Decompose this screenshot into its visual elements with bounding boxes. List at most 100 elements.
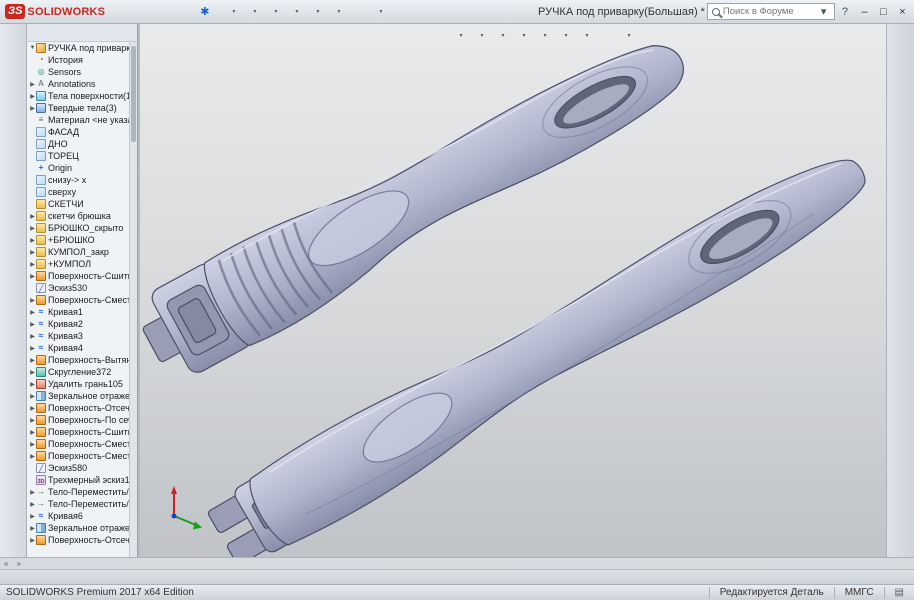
tree-item[interactable]: Твердые тела(3)	[27, 102, 129, 114]
circle-icon[interactable]	[76, 571, 91, 584]
top-view-icon[interactable]	[891, 182, 911, 201]
previous-view-icon[interactable]	[891, 116, 911, 135]
view-orientation-icon[interactable]	[578, 27, 595, 44]
close-button[interactable]: ×	[893, 3, 912, 21]
tree-item[interactable]: Тело-Переместить/Копир...	[27, 486, 129, 498]
expand-arrow-icon[interactable]	[29, 249, 36, 256]
expand-arrow-icon[interactable]	[29, 369, 36, 376]
configurationmanager-tab[interactable]	[65, 26, 79, 40]
scene-icon[interactable]	[891, 424, 911, 443]
tree-item[interactable]: Annotations	[27, 78, 129, 90]
expand-arrow-icon[interactable]	[29, 405, 36, 412]
save-icon[interactable]	[266, 3, 284, 21]
arc-icon[interactable]	[4, 150, 23, 168]
units-indicator[interactable]: ММГС	[833, 587, 884, 598]
tree-item[interactable]: СКЕТЧИ	[27, 198, 129, 210]
tree-item[interactable]: История	[27, 54, 129, 66]
display-style-icon[interactable]	[494, 27, 511, 44]
dimxpertmanager-tab[interactable]	[82, 26, 96, 40]
new-icon[interactable]	[224, 3, 242, 21]
expand-arrow-icon[interactable]	[29, 525, 36, 532]
expand-arrow-icon[interactable]	[29, 417, 36, 424]
tree-item[interactable]: Трехмерный эскиз179	[27, 474, 129, 486]
point-icon[interactable]	[130, 571, 145, 584]
polygon-icon[interactable]	[4, 222, 23, 240]
expand-arrow-icon[interactable]	[29, 321, 36, 328]
tree-item[interactable]: Поверхность-Вытянуть54	[27, 354, 129, 366]
expand-arrow-icon[interactable]	[29, 345, 36, 352]
line-icon[interactable]	[22, 571, 37, 584]
expand-arrow-icon[interactable]	[29, 537, 36, 544]
tree-scrollbar[interactable]	[129, 42, 137, 557]
select-icon[interactable]	[329, 3, 347, 21]
tree-item[interactable]: снизу-> x	[27, 174, 129, 186]
print-icon[interactable]	[287, 3, 305, 21]
extrude-icon[interactable]	[4, 414, 23, 432]
tree-item[interactable]: Sensors	[27, 66, 129, 78]
point-icon[interactable]	[4, 246, 23, 264]
graphics-viewport[interactable]	[140, 24, 886, 557]
tree-item[interactable]: ФАСАД	[27, 126, 129, 138]
propertymanager-tab[interactable]	[48, 26, 62, 40]
tree-item[interactable]: скетчи брюшка	[27, 210, 129, 222]
search-input[interactable]	[722, 6, 815, 17]
tree-item[interactable]: Поверхность-Сместить132	[27, 450, 129, 462]
tree-item[interactable]: Тело-Переместить/Копир...	[27, 498, 129, 510]
maximize-button[interactable]: □	[874, 3, 893, 21]
edit-appearance-icon[interactable]	[536, 27, 553, 44]
tree-item[interactable]: БРЮШКО_скрыто	[27, 222, 129, 234]
section-view-icon[interactable]	[891, 380, 911, 399]
tree-item[interactable]: Origin	[27, 162, 129, 174]
camera-icon[interactable]	[620, 27, 637, 44]
expand-arrow-icon[interactable]	[29, 105, 36, 112]
tree-item[interactable]: Удалить грань105	[27, 378, 129, 390]
centerline-icon[interactable]	[40, 571, 55, 584]
tree-item[interactable]: ТОРЕЦ	[27, 150, 129, 162]
zoom-out-icon[interactable]	[891, 94, 911, 113]
spline-icon[interactable]	[112, 571, 127, 584]
tree-item[interactable]: Поверхность-Сшить315	[27, 270, 129, 282]
convert-entities-icon[interactable]	[4, 294, 23, 312]
options-icon[interactable]	[371, 3, 389, 21]
shell-icon[interactable]	[4, 486, 23, 504]
expand-arrow-icon[interactable]	[29, 297, 36, 304]
expand-arrow-icon[interactable]	[29, 225, 36, 232]
scrollbar-thumb[interactable]	[131, 46, 136, 142]
tree-item[interactable]: Зеркальное отражение29	[27, 522, 129, 534]
perspective-icon[interactable]	[891, 468, 911, 487]
open-icon[interactable]	[245, 3, 263, 21]
smart-dimension-icon[interactable]	[4, 78, 23, 96]
smart-dimension-icon[interactable]	[202, 571, 217, 584]
annotation-views-icon[interactable]	[473, 27, 490, 44]
apply-scene-icon[interactable]	[557, 27, 574, 44]
tree-item[interactable]: Поверхность-Отсечь363	[27, 402, 129, 414]
shaded-icon[interactable]	[891, 358, 911, 377]
expand-arrow-icon[interactable]	[29, 333, 36, 340]
tree-item[interactable]: Кривая6	[27, 510, 129, 522]
front-view-icon[interactable]	[891, 160, 911, 179]
expand-arrow-icon[interactable]	[29, 513, 36, 520]
zoom-area-icon[interactable]	[410, 27, 427, 44]
expand-arrow-icon[interactable]	[29, 429, 36, 436]
zoom-area-icon[interactable]	[891, 50, 911, 69]
model-3d-view[interactable]	[140, 24, 886, 557]
hidden-lines-icon[interactable]	[891, 314, 911, 333]
named-views-icon[interactable]	[891, 138, 911, 157]
expand-arrow-icon[interactable]	[29, 81, 36, 88]
tree-item[interactable]: Кривая4	[27, 342, 129, 354]
wireframe-icon[interactable]	[891, 292, 911, 311]
trim-icon[interactable]	[4, 270, 23, 288]
circle-icon[interactable]	[4, 126, 23, 144]
expand-arrow-icon[interactable]	[29, 357, 36, 364]
expand-arrow-icon[interactable]	[29, 309, 36, 316]
hide-show-items-icon[interactable]	[515, 27, 532, 44]
pattern-icon[interactable]	[4, 366, 23, 384]
rectangle-icon[interactable]	[58, 571, 73, 584]
zoom-in-icon[interactable]	[891, 72, 911, 91]
section-view-icon[interactable]	[452, 27, 469, 44]
trim-icon[interactable]	[166, 571, 181, 584]
tree-item[interactable]: Эскиз580	[27, 462, 129, 474]
expand-arrow-icon[interactable]	[29, 93, 36, 100]
expand-arrow-icon[interactable]	[29, 453, 36, 460]
expand-arrow-icon[interactable]	[29, 273, 36, 280]
